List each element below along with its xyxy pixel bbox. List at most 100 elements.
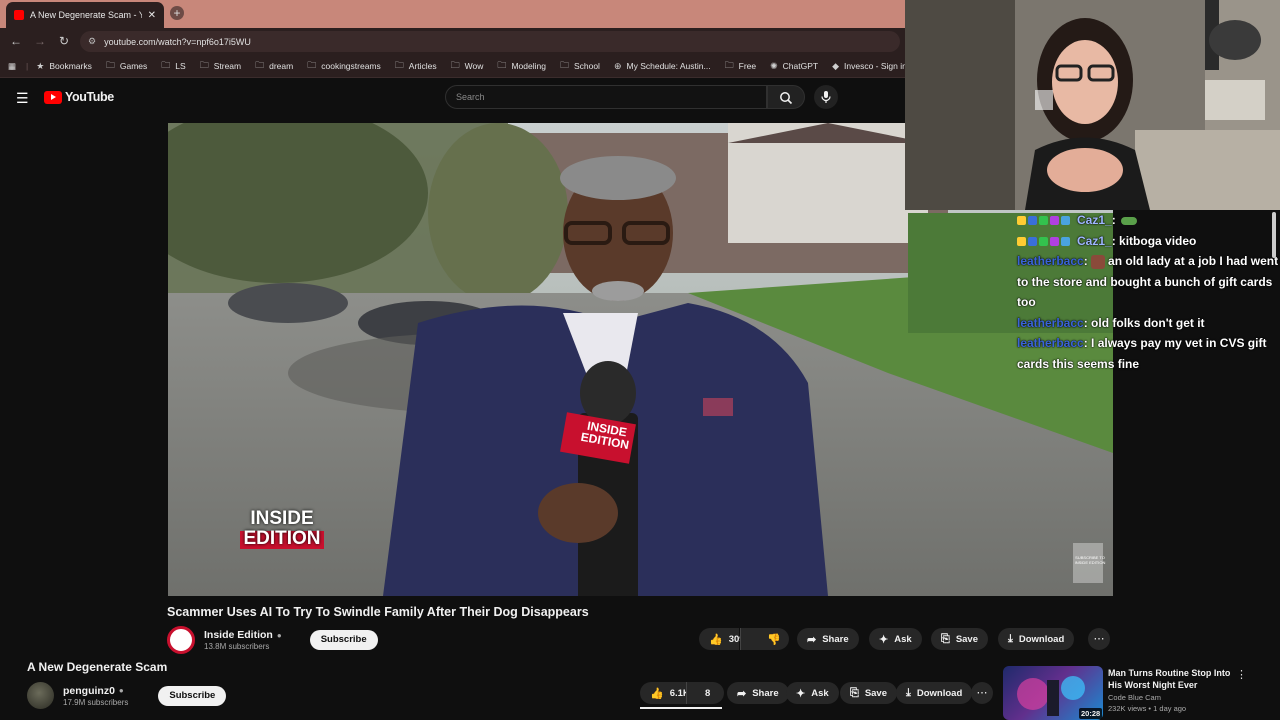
chat-badge-icon: [1028, 216, 1037, 226]
bookmark-label: School: [573, 61, 600, 71]
webcam-overlay: [905, 0, 1280, 210]
bookmark-item[interactable]: 🗀 dream: [255, 58, 293, 74]
folder-icon: 🗀: [307, 60, 317, 70]
chat-scrollbar[interactable]: [1272, 212, 1276, 258]
bookmarks-divider: |: [26, 61, 29, 71]
bookmark-item[interactable]: ◆ Invesco - Sign in for...: [832, 58, 905, 74]
bookmark-item[interactable]: ★ Bookmarks: [36, 58, 92, 74]
youtube-logo[interactable]: YouTube: [44, 90, 114, 104]
chat-separator: :: [1083, 315, 1092, 330]
chat-badge-icon: [1039, 216, 1048, 226]
chat-username[interactable]: leatherbacc: [1017, 254, 1084, 268]
stream-like-button[interactable]: 👍 6.1K: [640, 682, 690, 704]
bookmark-item[interactable]: 🗀 Wow: [451, 58, 484, 74]
stream-channel-name[interactable]: penguinz0: [63, 685, 115, 697]
stream-save-button[interactable]: ⎘ Save: [840, 682, 897, 704]
subscribe-button[interactable]: Subscribe: [309, 630, 378, 650]
thumbs-up-icon: 👍: [709, 633, 723, 646]
bookmark-label: Modeling: [511, 61, 546, 71]
close-tab-icon[interactable]: ✕: [148, 10, 156, 21]
youtube-header: ☰ YouTube Search: [0, 78, 905, 116]
ask-label: Ask: [894, 633, 912, 645]
folder-icon: 🗀: [199, 60, 209, 70]
chat-separator: :: [1083, 254, 1092, 268]
bookmark-item[interactable]: 🗀 Articles: [395, 58, 437, 74]
share-label: Share: [822, 633, 849, 645]
bookmark-list: ★ Bookmarks 🗀 Games 🗀 LS 🗀 Stream 🗀 dream 🗀 cooking…: [36, 58, 905, 74]
bookmark-item[interactable]: ✺ ChatGPT: [770, 58, 818, 74]
chat-username[interactable]: Caz1_: [1077, 213, 1112, 227]
channel-avatar[interactable]: [167, 626, 195, 654]
chat-username[interactable]: leatherbacc: [1017, 316, 1084, 330]
like-button[interactable]: 👍 309: [699, 628, 745, 650]
chat-badge-icon: [1050, 236, 1059, 246]
channel-name[interactable]: Inside Edition: [204, 629, 273, 641]
search-button[interactable]: [767, 85, 805, 109]
search-input[interactable]: Search: [445, 85, 767, 109]
recommended-video[interactable]: 20:28 Man Turns Routine Stop Into His Wo…: [1003, 666, 1280, 720]
ask-button[interactable]: ✦ Ask: [869, 628, 922, 650]
bookmark-item[interactable]: 🗀 Games: [106, 58, 147, 74]
browser-tab[interactable]: A New Degenerate Scam - You ✕: [6, 2, 164, 28]
bookmark-label: Invesco - Sign in for...: [844, 61, 905, 71]
more-actions-button[interactable]: ⋯: [1088, 628, 1110, 650]
bookmark-item[interactable]: 🗀 Modeling: [497, 58, 546, 74]
subscribe-corner-watermark[interactable]: SUBSCRIBE TO INSIDE EDITION: [1073, 555, 1107, 565]
menu-hamburger-icon[interactable]: ☰: [16, 90, 29, 107]
save-button[interactable]: ⎘ Save: [931, 628, 988, 650]
chat-badge-icon: [1028, 236, 1037, 246]
bookmark-item[interactable]: 🗀 School: [560, 58, 600, 74]
stream-more-actions-button[interactable]: ⋯: [971, 682, 993, 704]
chat-separator: :: [1083, 336, 1092, 350]
chat-badge-icon: [1017, 236, 1026, 246]
stream-channel-row: penguinz0 ● 17.9M subscribers Subscribe: [27, 682, 227, 709]
forward-arrow-icon[interactable]: →: [32, 33, 48, 49]
chat-message: leatherbacc: an old lady at a job I had …: [1015, 251, 1280, 313]
bookmark-item[interactable]: 🗀 cookingstreams: [307, 58, 381, 74]
address-bar[interactable]: ⚙ youtube.com/watch?v=npf6o17i5WU: [80, 31, 900, 52]
reload-icon[interactable]: ↻: [56, 33, 72, 49]
apps-grid-icon[interactable]: ▦: [8, 61, 16, 72]
stream-download-label: Download: [916, 687, 963, 699]
recommended-more-icon[interactable]: ⋮: [1236, 668, 1247, 681]
stream-dislike-button[interactable]: 8: [686, 682, 724, 704]
stream-share-label: Share: [752, 687, 779, 699]
stream-download-button[interactable]: ⤓ Download: [896, 682, 973, 704]
stream-ask-button[interactable]: ✦ Ask: [786, 682, 839, 704]
stream-ask-label: Ask: [811, 687, 829, 699]
bookmark-item[interactable]: 🗀 Free: [725, 58, 757, 74]
bookmark-item[interactable]: ⊕ My Schedule: Austin...: [614, 58, 711, 74]
more-dots-icon: ⋯: [976, 687, 988, 699]
more-dots-icon: ⋯: [1093, 633, 1105, 645]
stream-channel-avatar[interactable]: [27, 682, 54, 709]
chat-username[interactable]: Caz1_: [1077, 234, 1112, 248]
recommended-views: 232K views • 1 day ago: [1108, 704, 1187, 713]
url-text: youtube.com/watch?v=npf6o17i5WU: [104, 36, 251, 47]
folder-icon: 🗀: [161, 60, 171, 70]
back-arrow-icon[interactable]: ←: [8, 33, 24, 49]
thumbs-down-icon: 👎: [767, 633, 781, 646]
bookmark-item[interactable]: 🗀 Stream: [200, 58, 241, 74]
save-label: Save: [955, 633, 978, 645]
folder-icon: 🗀: [497, 60, 507, 70]
chat-separator: :: [1111, 233, 1120, 248]
bookmark-label: My Schedule: Austin...: [626, 61, 711, 71]
bookmark-item[interactable]: 🗀 LS: [161, 58, 185, 74]
chat-message: Caz1_: kitboga video: [1015, 231, 1280, 252]
download-button[interactable]: ⤓ Download: [998, 628, 1075, 650]
stream-subscriber-count: 17.9M subscribers: [63, 697, 129, 707]
recommended-title: Man Turns Routine Stop Into His Worst Ni…: [1108, 668, 1231, 690]
chat-username[interactable]: leatherbacc: [1017, 336, 1084, 350]
browser-tab-strip: A New Degenerate Scam - You ✕ +: [0, 0, 905, 28]
dislike-button[interactable]: 👎: [759, 628, 789, 650]
recommended-channel[interactable]: Code Blue Cam: [1108, 693, 1161, 702]
site-info-icon[interactable]: ⚙: [88, 36, 96, 47]
sparkle-icon: ✦: [879, 633, 889, 646]
stream-share-button[interactable]: ➦ Share: [727, 682, 789, 704]
voice-search-button[interactable]: [814, 85, 838, 109]
stream-subscribe-button[interactable]: Subscribe: [158, 685, 227, 706]
new-tab-button[interactable]: +: [170, 6, 184, 20]
chat-message: leatherbacc: I always pay my vet in CVS …: [1015, 333, 1280, 374]
verified-icon: ●: [118, 686, 124, 695]
share-button[interactable]: ➦ Share: [797, 628, 859, 650]
